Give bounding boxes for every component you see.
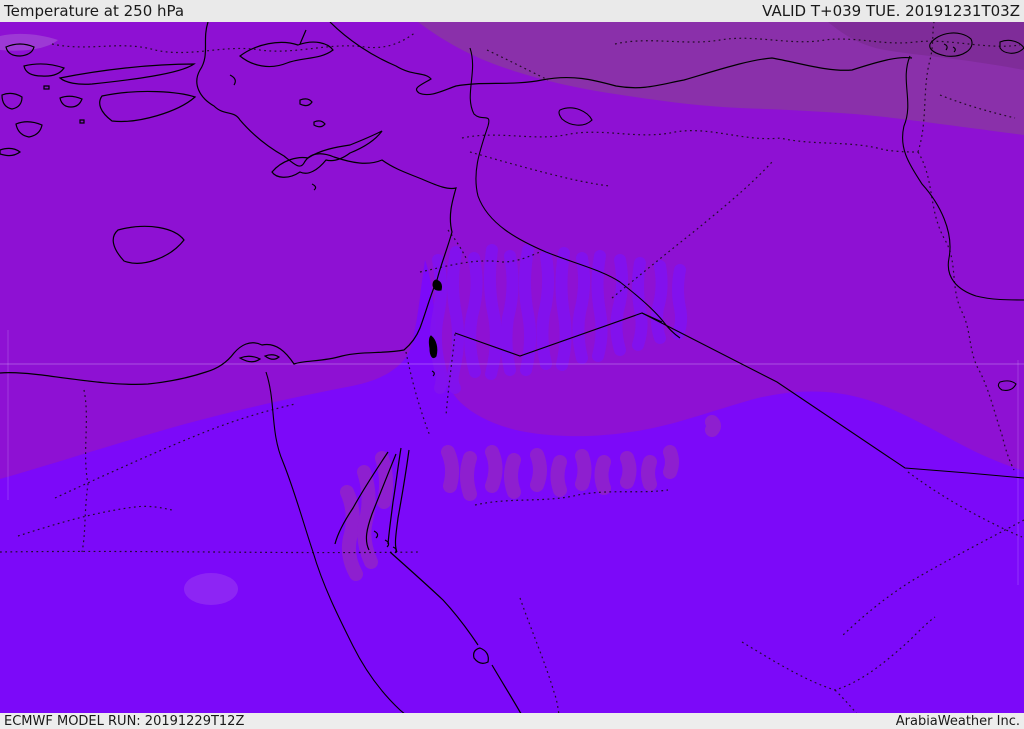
provider-credit: ArabiaWeather Inc. <box>895 713 1020 729</box>
model-run-label: ECMWF MODEL RUN: 20191229T12Z <box>4 713 245 729</box>
header-bar: Temperature at 250 hPa VALID T+039 TUE. … <box>0 0 1024 22</box>
weather-map <box>0 22 1024 713</box>
weather-map-screen: Temperature at 250 hPa VALID T+039 TUE. … <box>0 0 1024 729</box>
temperature-map-canvas <box>0 22 1024 713</box>
footer-bar: ECMWF MODEL RUN: 20191229T12Z ArabiaWeat… <box>0 713 1024 729</box>
valid-time-label: VALID T+039 TUE. 20191231T03Z <box>762 2 1020 20</box>
temperature-patch-soft <box>184 573 238 605</box>
map-title: Temperature at 250 hPa <box>4 2 185 20</box>
